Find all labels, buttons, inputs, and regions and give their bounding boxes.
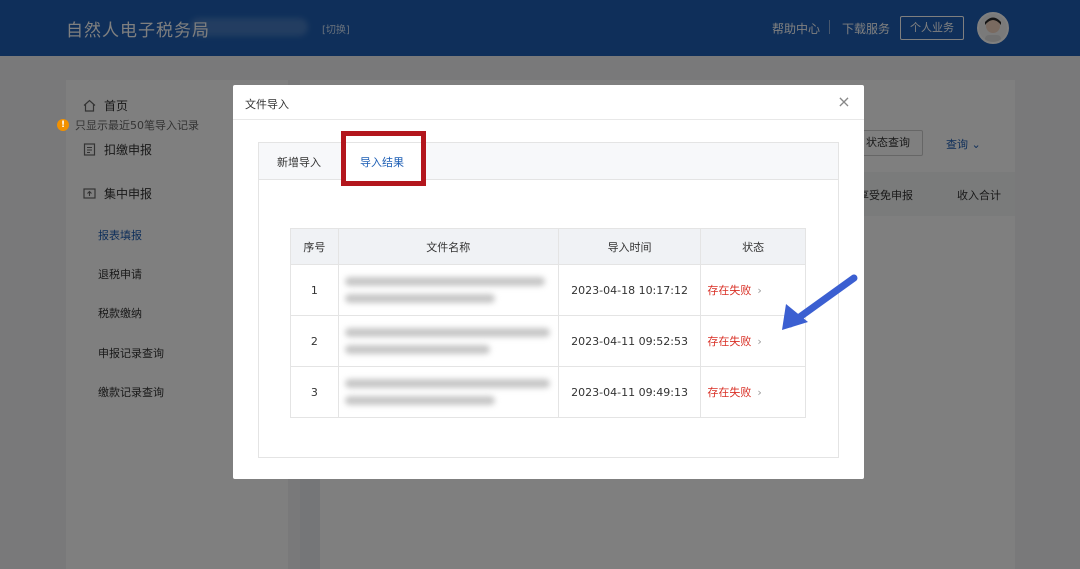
dialog-divider [233, 119, 864, 120]
redacted-text [344, 345, 490, 354]
status-link[interactable]: 存在失败 [707, 284, 751, 297]
status-cell[interactable]: 存在失败 › [700, 366, 806, 418]
annotation-arrow-icon [782, 274, 858, 330]
column-header-no: 序号 [290, 228, 339, 265]
status-link[interactable]: 存在失败 [707, 335, 751, 348]
column-header-file-name: 文件名称 [337, 228, 559, 265]
import-time: 2023-04-11 09:49:13 [557, 366, 702, 418]
file-name-redacted [337, 366, 559, 418]
redacted-text [344, 328, 550, 337]
dialog-title: 文件导入 [245, 98, 289, 111]
chevron-right-icon: › [757, 335, 762, 348]
import-result-table: 序号 文件名称 导入时间 状态 1 2023-04-18 10:17:12 存在… [290, 228, 806, 418]
redacted-text [344, 277, 545, 286]
chevron-right-icon: › [757, 284, 762, 297]
row-number: 1 [290, 264, 339, 316]
row-number: 3 [290, 366, 339, 418]
redacted-text [344, 379, 550, 388]
file-name-redacted [337, 264, 559, 316]
row-number: 2 [290, 315, 339, 367]
redacted-text [344, 294, 495, 303]
file-name-redacted [337, 315, 559, 367]
table-header-row: 序号 文件名称 导入时间 状态 [290, 228, 806, 265]
column-header-import-time: 导入时间 [557, 228, 702, 265]
notice: ! 只显示最近50笔导入记录 [57, 117, 199, 133]
column-header-status: 状态 [700, 228, 806, 265]
chevron-right-icon: › [757, 386, 762, 399]
close-icon[interactable]: × [836, 94, 852, 110]
warning-icon: ! [57, 119, 69, 131]
redacted-text [344, 396, 495, 405]
import-time: 2023-04-11 09:52:53 [557, 315, 702, 367]
import-time: 2023-04-18 10:17:12 [557, 264, 702, 316]
tab-new-import[interactable]: 新增导入 [277, 154, 321, 170]
table-row: 1 2023-04-18 10:17:12 存在失败 › [290, 264, 806, 316]
table-row: 2 2023-04-11 09:52:53 存在失败 › [290, 315, 806, 367]
table-row: 3 2023-04-11 09:49:13 存在失败 › [290, 366, 806, 418]
status-link[interactable]: 存在失败 [707, 386, 751, 399]
annotation-highlight-box [341, 131, 426, 186]
notice-text: 只显示最近50笔导入记录 [75, 119, 199, 132]
